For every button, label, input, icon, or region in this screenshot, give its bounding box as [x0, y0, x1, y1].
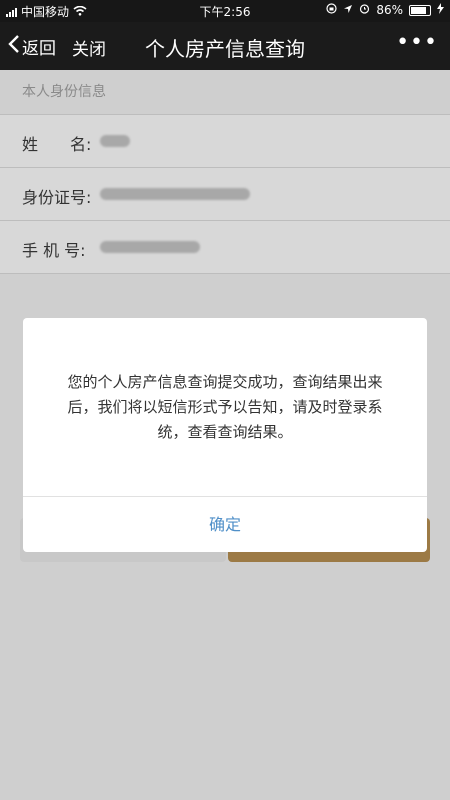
charging-icon: [437, 3, 444, 17]
dialog-message: 您的个人房产信息查询提交成功，查询结果出来后，我们将以短信形式予以告知，请及时登…: [67, 373, 383, 441]
battery-level: [411, 6, 426, 14]
id-number-row: 身份证号:: [0, 167, 450, 220]
page-title: 个人房产信息查询: [145, 37, 305, 61]
name-value-redacted: [100, 135, 130, 147]
confirm-button[interactable]: 确定: [23, 497, 427, 552]
id-number-value-redacted: [100, 188, 250, 200]
section-header: 本人身份信息: [22, 84, 106, 100]
location-icon: [343, 3, 353, 17]
phone-value-redacted: [100, 241, 200, 253]
name-row: 姓 名:: [0, 114, 450, 167]
navigation-bar: 返回 关闭 个人房产信息查询 •••: [0, 22, 450, 70]
status-bar: 中国移动 下午2:56 86%: [0, 0, 450, 22]
phone-label: 手 机 号:: [22, 241, 86, 260]
name-label: 姓 名:: [22, 135, 92, 154]
status-right: 86%: [326, 3, 444, 17]
alarm-icon: [359, 3, 370, 17]
orientation-lock-icon: [326, 3, 337, 17]
phone-row: 手 机 号:: [0, 220, 450, 273]
battery-percent: 86%: [376, 3, 403, 17]
battery-icon: [409, 4, 431, 16]
more-menu-icon[interactable]: •••: [396, 30, 438, 55]
alert-dialog: 您的个人房产信息查询提交成功，查询结果出来后，我们将以短信形式予以告知，请及时登…: [23, 318, 427, 552]
id-number-label: 身份证号:: [22, 188, 92, 207]
